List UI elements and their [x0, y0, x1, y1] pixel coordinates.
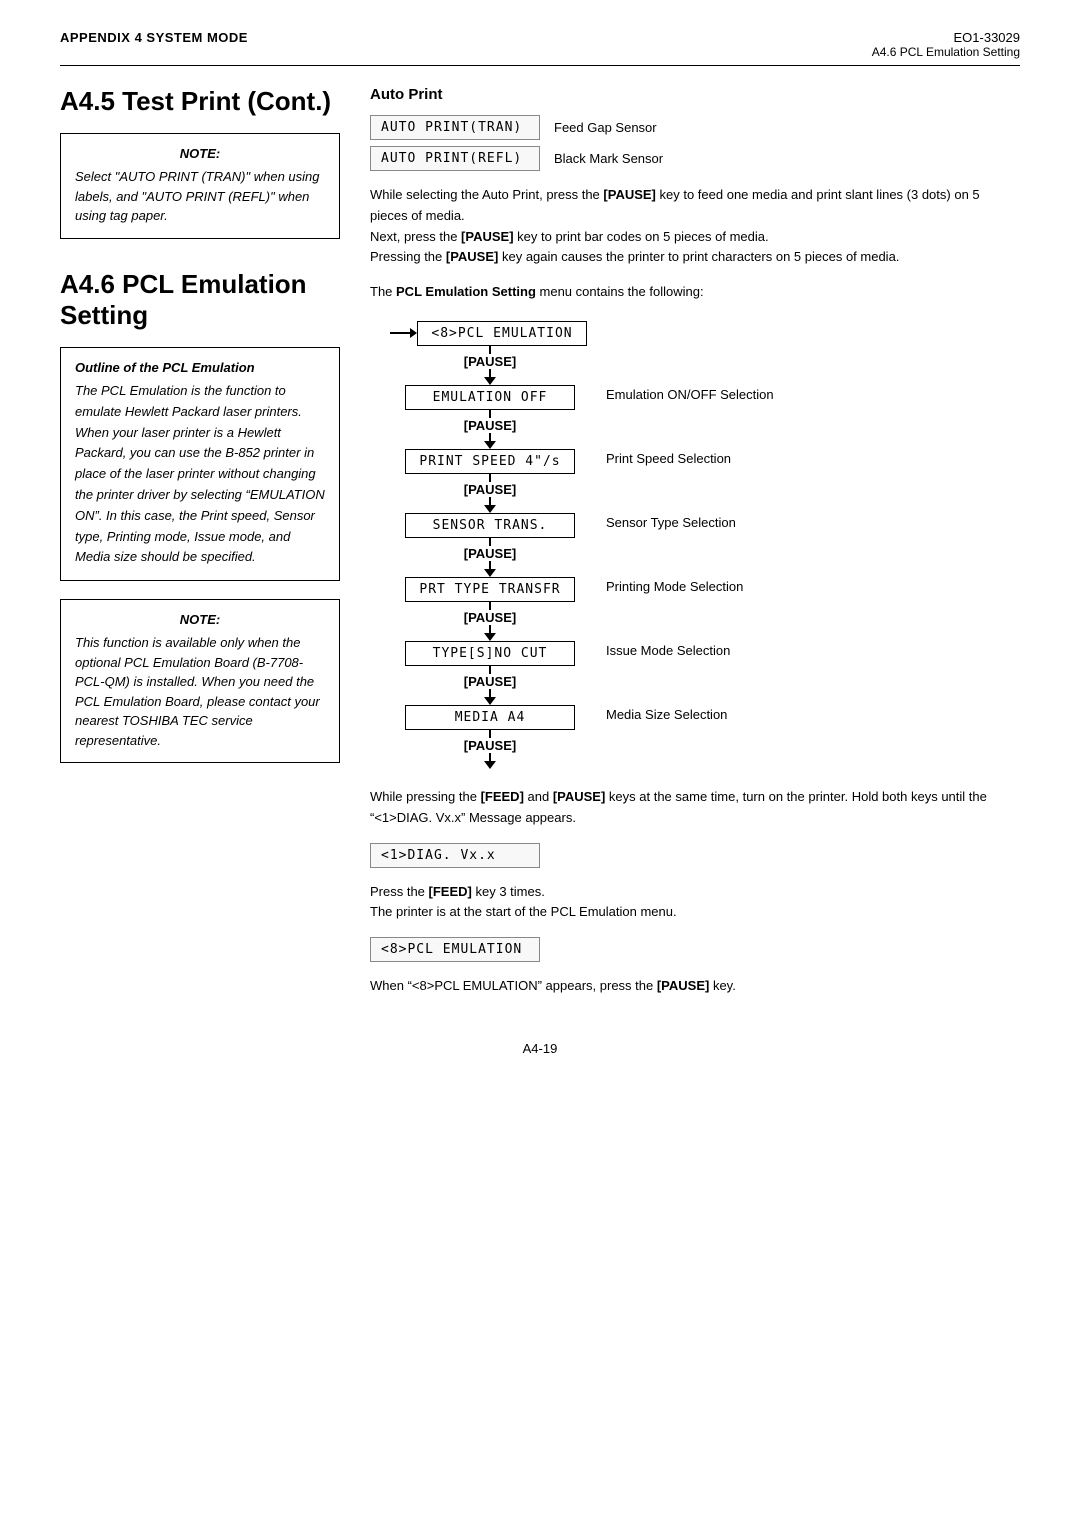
section-ref: A4.6 PCL Emulation Setting — [872, 45, 1020, 59]
body-text-4: When “<8>PCL EMULATION” appears, press t… — [370, 976, 1020, 997]
right-column: Auto Print AUTO PRINT(TRAN) Feed Gap Sen… — [370, 86, 1020, 1011]
flow-label-2: Print Speed Selection — [590, 449, 731, 466]
flow-label-5: Issue Mode Selection — [590, 641, 730, 658]
flow-row-1: EMULATION OFF Emulation ON/OFF Selection — [390, 385, 1020, 410]
section-a46-title: A4.6 PCL Emulation Setting — [60, 269, 340, 331]
auto-print-row-2: AUTO PRINT(REFL) Black Mark Sensor — [370, 146, 1020, 171]
flow-connector-5: [PAUSE] — [390, 602, 1020, 641]
flow-label-0 — [590, 321, 606, 325]
flowchart: <8>PCL EMULATION [PAUSE] — [390, 321, 1020, 769]
flow-label-1: Emulation ON/OFF Selection — [590, 385, 774, 402]
flow-label-6: Media Size Selection — [590, 705, 727, 722]
flow-box-0: <8>PCL EMULATION — [417, 321, 587, 346]
flow-connector-1: [PAUSE] — [390, 346, 1020, 385]
flow-box-6: MEDIA A4 — [405, 705, 575, 730]
flow-label-3: Sensor Type Selection — [590, 513, 736, 530]
flow-box-2: PRINT SPEED 4"/s — [405, 449, 575, 474]
outline-title: Outline of the PCL Emulation — [75, 360, 325, 375]
note-box-a45: NOTE: Select "AUTO PRINT (TRAN)" when us… — [60, 133, 340, 239]
section-a46-left: A4.6 PCL Emulation Setting Outline of th… — [60, 269, 340, 764]
page-header: APPENDIX 4 SYSTEM MODE EO1-33029 A4.6 PC… — [60, 30, 1020, 66]
flow-row-2: PRINT SPEED 4"/s Print Speed Selection — [390, 449, 1020, 474]
note-text-a45: Select "AUTO PRINT (TRAN)" when using la… — [75, 167, 325, 226]
flow-row-0: <8>PCL EMULATION — [390, 321, 1020, 346]
note-box-a46: NOTE: This function is available only wh… — [60, 599, 340, 763]
section-a45-title: A4.5 Test Print (Cont.) — [60, 86, 340, 117]
auto-print-body: While selecting the Auto Print, press th… — [370, 185, 1020, 268]
lcd-diag: <1>DIAG. Vx.x — [370, 843, 540, 868]
label-black-mark: Black Mark Sensor — [554, 151, 663, 166]
body-text-3: Press the [FEED] key 3 times. The printe… — [370, 882, 1020, 924]
pcl-box-container: <8>PCL EMULATION — [370, 937, 1020, 962]
flow-left-conn-1: [PAUSE] — [390, 346, 590, 385]
lcd-auto-print-refl: AUTO PRINT(REFL) — [370, 146, 540, 171]
header-right: EO1-33029 A4.6 PCL Emulation Setting — [872, 30, 1020, 59]
doc-id: EO1-33029 — [872, 30, 1020, 45]
page-number: A4-19 — [60, 1041, 1020, 1056]
label-feed-gap: Feed Gap Sensor — [554, 120, 657, 135]
note-title-a46: NOTE: — [75, 612, 325, 627]
flow-connector-3: [PAUSE] — [390, 474, 1020, 513]
flow-box-4: PRT TYPE TRANSFR — [405, 577, 575, 602]
flow-connector-4: [PAUSE] — [390, 538, 1020, 577]
auto-print-row-1: AUTO PRINT(TRAN) Feed Gap Sensor — [370, 115, 1020, 140]
flow-connector-2: [PAUSE] — [390, 410, 1020, 449]
flow-row-3: SENSOR TRANS. Sensor Type Selection — [390, 513, 1020, 538]
auto-print-boxes: AUTO PRINT(TRAN) Feed Gap Sensor AUTO PR… — [370, 115, 1020, 171]
flow-connector-6: [PAUSE] — [390, 666, 1020, 705]
body-text-2: While pressing the [FEED] and [PAUSE] ke… — [370, 787, 1020, 829]
flow-connector-final: [PAUSE] — [390, 730, 1020, 769]
page: APPENDIX 4 SYSTEM MODE EO1-33029 A4.6 PC… — [0, 0, 1080, 1525]
flow-box-3: SENSOR TRANS. — [405, 513, 575, 538]
flow-left-0: <8>PCL EMULATION — [390, 321, 590, 346]
flow-label-4: Printing Mode Selection — [590, 577, 743, 594]
flow-box-5: TYPE[S]NO CUT — [405, 641, 575, 666]
lcd-auto-print-tran: AUTO PRINT(TRAN) — [370, 115, 540, 140]
outline-box: Outline of the PCL Emulation The PCL Emu… — [60, 347, 340, 581]
flow-row-6: MEDIA A4 Media Size Selection — [390, 705, 1020, 730]
lcd-pcl-emulation: <8>PCL EMULATION — [370, 937, 540, 962]
pcl-intro-text: The PCL Emulation Setting menu contains … — [370, 282, 1020, 303]
flow-row-4: PRT TYPE TRANSFR Printing Mode Selection — [390, 577, 1020, 602]
outline-text: The PCL Emulation is the function to emu… — [75, 381, 325, 568]
header-appendix-label: APPENDIX 4 SYSTEM MODE — [60, 30, 248, 45]
note-text-a46: This function is available only when the… — [75, 633, 325, 750]
flow-row-5: TYPE[S]NO CUT Issue Mode Selection — [390, 641, 1020, 666]
left-column: A4.5 Test Print (Cont.) NOTE: Select "AU… — [60, 86, 340, 1011]
note-title-a45: NOTE: — [75, 146, 325, 161]
diag-box-container: <1>DIAG. Vx.x — [370, 843, 1020, 868]
flow-box-1: EMULATION OFF — [405, 385, 575, 410]
auto-print-subtitle: Auto Print — [370, 86, 1020, 103]
